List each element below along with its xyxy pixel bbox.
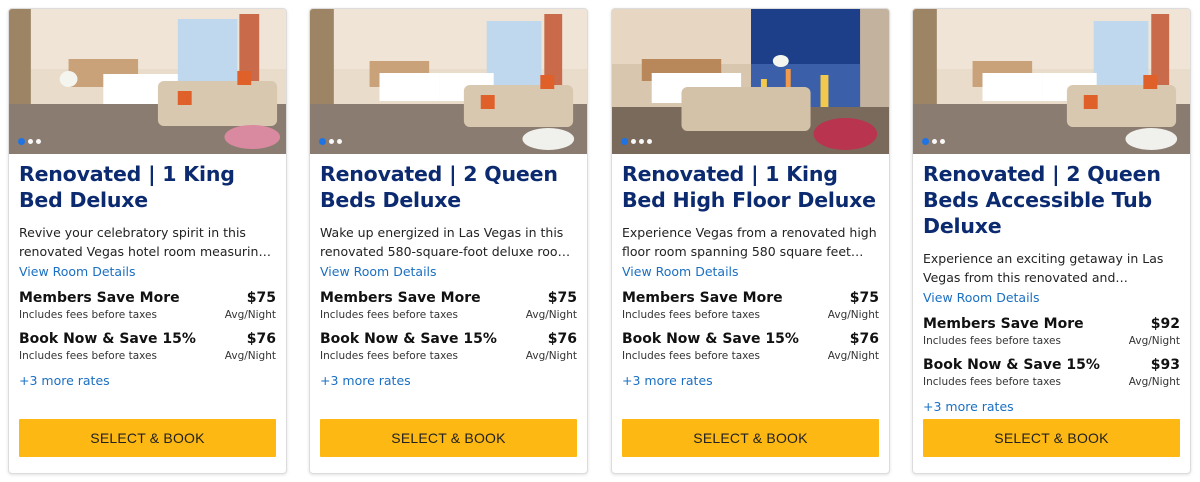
rate-unit: Avg/Night <box>827 309 879 321</box>
room-photo-image <box>612 9 889 154</box>
more-rates-link[interactable]: +3 more rates <box>320 372 411 389</box>
rate-note: Includes fees before taxes <box>923 376 1061 388</box>
rate-option[interactable]: Members Save More $75 Includes fees befo… <box>320 290 577 322</box>
room-photo[interactable] <box>913 9 1190 154</box>
rate-price: $75 <box>246 290 276 306</box>
rate-option[interactable]: Book Now & Save 15% $76 Includes fees be… <box>19 331 276 363</box>
carousel-dot-active[interactable] <box>922 138 929 145</box>
carousel-dots[interactable] <box>319 138 342 145</box>
rate-unit: Avg/Night <box>1128 376 1180 388</box>
room-title: Renovated | 1 King Bed Deluxe <box>19 162 235 212</box>
rate-price: $93 <box>1150 357 1180 373</box>
rate-name: Members Save More <box>19 290 180 306</box>
view-room-details-link[interactable]: View Room Details <box>320 263 437 280</box>
carousel-dot[interactable] <box>28 139 33 144</box>
rate-name: Members Save More <box>320 290 481 306</box>
select-and-book-button[interactable]: SELECT & BOOK <box>320 419 577 457</box>
carousel-dot[interactable] <box>329 139 334 144</box>
more-rates-link[interactable]: +3 more rates <box>923 398 1014 415</box>
room-photo[interactable] <box>9 9 286 154</box>
carousel-dot[interactable] <box>631 139 636 144</box>
room-description: Revive your celebratory spirit in this r… <box>19 225 267 259</box>
carousel-dot[interactable] <box>932 139 937 144</box>
rate-name: Members Save More <box>923 316 1084 332</box>
rate-note: Includes fees before taxes <box>923 335 1061 347</box>
room-photo-image <box>9 9 286 154</box>
rate-price: $75 <box>849 290 879 306</box>
more-rates-link[interactable]: +3 more rates <box>19 372 110 389</box>
room-cards: Renovated | 1 King Bed Deluxe Revive you… <box>0 0 1200 482</box>
rate-option[interactable]: Members Save More $75 Includes fees befo… <box>622 290 879 322</box>
rate-name: Book Now & Save 15% <box>19 331 196 347</box>
view-room-details-link[interactable]: View Room Details <box>923 289 1040 306</box>
room-title: Renovated | 2 Queen Beds Deluxe <box>320 162 558 212</box>
rate-note: Includes fees before taxes <box>622 350 760 362</box>
rate-option[interactable]: Members Save More $92 Includes fees befo… <box>923 316 1180 348</box>
rate-name: Book Now & Save 15% <box>320 331 497 347</box>
room-card: Renovated | 2 Queen Beds Deluxe Wake up … <box>309 8 588 474</box>
rate-name: Book Now & Save 15% <box>622 331 799 347</box>
carousel-dot[interactable] <box>36 139 41 144</box>
carousel-dots[interactable] <box>18 138 41 145</box>
room-description: Experience an exciting getaway in Las Ve… <box>923 251 1164 285</box>
view-room-details-link[interactable]: View Room Details <box>622 263 739 280</box>
room-title: Renovated | 1 King Bed High Floor Deluxe <box>622 162 876 212</box>
rate-price: $76 <box>547 331 577 347</box>
carousel-dot-active[interactable] <box>319 138 326 145</box>
rate-price: $92 <box>1150 316 1180 332</box>
rate-option[interactable]: Book Now & Save 15% $76 Includes fees be… <box>320 331 577 363</box>
room-description: Experience Vegas from a renovated high f… <box>622 225 877 259</box>
room-title: Renovated | 2 Queen Beds Accessible Tub … <box>923 162 1161 238</box>
select-and-book-button[interactable]: SELECT & BOOK <box>622 419 879 457</box>
rate-note: Includes fees before taxes <box>320 309 458 321</box>
carousel-dots[interactable] <box>621 138 652 145</box>
carousel-dot[interactable] <box>639 139 644 144</box>
rate-unit: Avg/Night <box>1128 335 1180 347</box>
rate-price: $76 <box>849 331 879 347</box>
rate-unit: Avg/Night <box>224 350 276 362</box>
room-card: Renovated | 1 King Bed Deluxe Revive you… <box>8 8 287 474</box>
rate-note: Includes fees before taxes <box>19 350 157 362</box>
room-card: Renovated | 1 King Bed High Floor Deluxe… <box>611 8 890 474</box>
rate-name: Book Now & Save 15% <box>923 357 1100 373</box>
rate-price: $76 <box>246 331 276 347</box>
rate-note: Includes fees before taxes <box>320 350 458 362</box>
select-and-book-button[interactable]: SELECT & BOOK <box>923 419 1180 457</box>
rate-option[interactable]: Book Now & Save 15% $93 Includes fees be… <box>923 357 1180 389</box>
room-photo-image <box>310 9 587 154</box>
rate-option[interactable]: Members Save More $75 Includes fees befo… <box>19 290 276 322</box>
rate-name: Members Save More <box>622 290 783 306</box>
room-photo-image <box>913 9 1190 154</box>
rate-price: $75 <box>547 290 577 306</box>
carousel-dot[interactable] <box>647 139 652 144</box>
carousel-dot-active[interactable] <box>621 138 628 145</box>
rate-unit: Avg/Night <box>525 309 577 321</box>
carousel-dot-active[interactable] <box>18 138 25 145</box>
rate-unit: Avg/Night <box>827 350 879 362</box>
rate-unit: Avg/Night <box>525 350 577 362</box>
rate-unit: Avg/Night <box>224 309 276 321</box>
room-photo[interactable] <box>612 9 889 154</box>
rate-option[interactable]: Book Now & Save 15% $76 Includes fees be… <box>622 331 879 363</box>
rate-note: Includes fees before taxes <box>622 309 760 321</box>
select-and-book-button[interactable]: SELECT & BOOK <box>19 419 276 457</box>
room-description: Wake up energized in Las Vegas in this r… <box>320 225 570 259</box>
view-room-details-link[interactable]: View Room Details <box>19 263 136 280</box>
carousel-dots[interactable] <box>922 138 945 145</box>
carousel-dot[interactable] <box>337 139 342 144</box>
rate-note: Includes fees before taxes <box>19 309 157 321</box>
more-rates-link[interactable]: +3 more rates <box>622 372 713 389</box>
room-card: Renovated | 2 Queen Beds Accessible Tub … <box>912 8 1191 474</box>
room-photo[interactable] <box>310 9 587 154</box>
carousel-dot[interactable] <box>940 139 945 144</box>
